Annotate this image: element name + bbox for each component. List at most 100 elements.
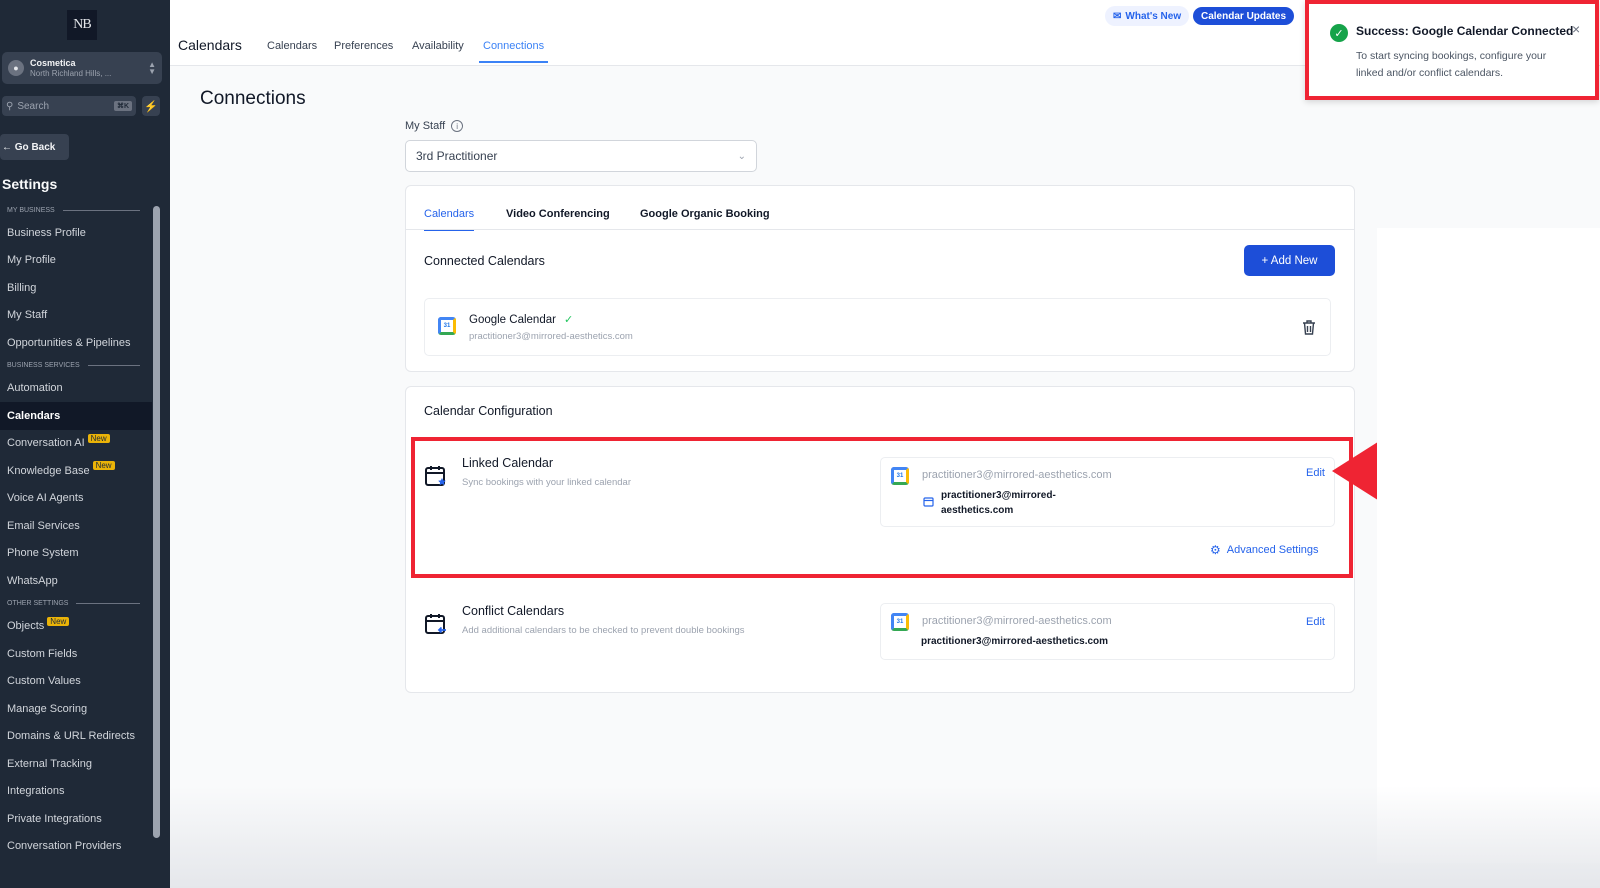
sidebar-search-input[interactable]: ⚲ Search ⌘K [2, 96, 136, 116]
sidebar-item-business-profile[interactable]: Business Profile [0, 219, 152, 247]
google-calendar-email: practitioner3@mirrored-aesthetics.com [469, 331, 633, 342]
sidebar-item-my-staff[interactable]: My Staff [0, 302, 152, 330]
sidebar-item-label: Objects [7, 620, 45, 633]
sidebar-scrollbar[interactable] [153, 206, 160, 838]
success-check-icon: ✓ [1330, 24, 1348, 42]
conflict-calendars-edit-link[interactable]: Edit [1306, 616, 1325, 628]
sidebar-item-label: My Staff [7, 309, 48, 322]
tab-connections[interactable]: Connections [479, 40, 549, 63]
sidebar: NB ● Cosmetica North Richland Hills, ...… [0, 0, 170, 888]
conflict-calendars-desc: Add additional calendars to be checked t… [462, 625, 745, 636]
calendar-updates-button[interactable]: Calendar Updates [1193, 7, 1295, 25]
sidebar-item-whatsapp[interactable]: WhatsApp [0, 567, 152, 595]
conflict-calendar-selection: 31 practitioner3@mirrored-aesthetics.com… [880, 603, 1335, 660]
sidebar-item-private-integrations[interactable]: Private Integrations [0, 805, 152, 833]
quick-action-bolt-icon[interactable]: ⚡ [142, 96, 160, 116]
conflict-calendar-icon [425, 614, 446, 634]
linked-calendar-desc: Sync bookings with your linked calendar [462, 477, 631, 488]
sidebar-item-label: Knowledge Base [7, 464, 90, 477]
info-icon[interactable]: i [451, 120, 464, 132]
subtab-calendars[interactable]: Calendars [424, 208, 475, 231]
sidebar-item-label: Conversation Providers [7, 840, 122, 853]
page-title: Connections [200, 88, 306, 109]
linked-calendar-icon [425, 466, 446, 486]
sidebar-item-label: Manage Scoring [7, 702, 88, 715]
sidebar-item-knowledge-base[interactable]: Knowledge Base New [0, 457, 152, 485]
sidebar-item-custom-values[interactable]: Custom Values [0, 668, 152, 696]
tab-calendars[interactable]: Calendars [267, 40, 317, 52]
connected-calendars-title: Connected Calendars [424, 254, 545, 268]
account-location: North Richland Hills, ... [30, 68, 112, 78]
sidebar-section-label: BUSINESS SERVICES [7, 362, 80, 369]
google-calendar-icon: 31 [438, 317, 456, 335]
sidebar-item-email-services[interactable]: Email Services [0, 512, 152, 540]
staff-selected-value: 3rd Practitioner [416, 149, 498, 163]
sidebar-item-label: Email Services [7, 519, 80, 532]
sidebar-item-label: Phone System [7, 547, 79, 560]
sidebar-section-header: BUSINESS SERVICES [0, 357, 152, 375]
staff-select[interactable]: 3rd Practitioner ⌄ [405, 140, 757, 172]
new-badge: New [92, 461, 115, 471]
close-icon[interactable]: × [1572, 21, 1580, 37]
linked-calendar-edit-link[interactable]: Edit [1306, 467, 1325, 479]
check-icon: ✓ [563, 314, 574, 326]
sidebar-item-integrations[interactable]: Integrations [0, 778, 152, 806]
add-new-button[interactable]: + Add New [1244, 245, 1335, 276]
sidebar-item-manage-scoring[interactable]: Manage Scoring [0, 695, 152, 723]
subtab-video-conferencing[interactable]: Video Conferencing [506, 208, 610, 220]
whats-new-button[interactable]: ✉ What's New [1105, 6, 1190, 26]
sidebar-item-label: Business Profile [7, 226, 86, 239]
sidebar-item-domains-url-redirects[interactable]: Domains & URL Redirects [0, 723, 152, 751]
google-calendar-name: Google Calendar [469, 313, 556, 326]
new-badge: New [47, 616, 70, 626]
linked-calendar-account: practitioner3@mirrored-aesthetics.com [922, 469, 1112, 481]
tab-availability[interactable]: Availability [412, 40, 464, 52]
sidebar-item-conversation-ai[interactable]: Conversation AI New [0, 430, 152, 458]
sidebar-item-custom-fields[interactable]: Custom Fields [0, 640, 152, 668]
staff-label-text: My Staff [405, 120, 446, 132]
sidebar-item-automation[interactable]: Automation [0, 375, 152, 403]
module-title: Calendars [178, 37, 242, 53]
staff-label: My Staff i [405, 120, 464, 132]
sidebar-item-label: Domains & URL Redirects [7, 730, 135, 743]
sidebar-item-label: Custom Values [7, 675, 81, 688]
gear-icon: ⚙ [1210, 543, 1221, 557]
conflict-calendar-account: practitioner3@mirrored-aesthetics.com [922, 615, 1112, 627]
advanced-settings-link[interactable]: ⚙ Advanced Settings [1210, 543, 1319, 557]
account-switcher[interactable]: ● Cosmetica North Richland Hills, ... ▲ ▼ [2, 52, 162, 84]
whats-new-label: What's New [1125, 10, 1182, 22]
subtab-google-organic-booking[interactable]: Google Organic Booking [640, 208, 770, 220]
megaphone-icon: ✉ [1113, 10, 1122, 22]
bottom-fade [170, 786, 1600, 888]
sidebar-item-opportunities-pipelines[interactable]: Opportunities & Pipelines [0, 329, 152, 357]
linked-calendar-selection: 31 practitioner3@mirrored-aesthetics.com… [880, 457, 1335, 527]
linked-calendar-title: Linked Calendar [462, 456, 554, 470]
tab-divider [405, 229, 1355, 230]
calendar-small-icon [923, 497, 934, 507]
section-divider [87, 365, 140, 366]
sidebar-item-conversation-providers[interactable]: Conversation Providers [0, 833, 152, 861]
sidebar-item-label: WhatsApp [7, 574, 58, 587]
trash-icon[interactable] [1302, 320, 1316, 335]
settings-title: Settings [2, 176, 58, 192]
sidebar-item-label: Billing [7, 281, 37, 294]
sidebar-item-label: My Profile [7, 254, 56, 267]
sidebar-item-external-tracking[interactable]: External Tracking [0, 750, 152, 778]
sidebar-item-billing[interactable]: Billing [0, 274, 152, 302]
sidebar-item-voice-ai-agents[interactable]: Voice AI Agents [0, 485, 152, 513]
sidebar-item-label: Custom Fields [7, 647, 78, 660]
sidebar-item-my-profile[interactable]: My Profile [0, 247, 152, 275]
sidebar-section-header: MY BUSINESS [0, 201, 152, 219]
advanced-settings-label: Advanced Settings [1226, 544, 1319, 556]
conflict-calendars-title: Conflict Calendars [462, 604, 565, 618]
search-icon: ⚲ [6, 100, 14, 112]
sidebar-section-label: OTHER SETTINGS [7, 600, 69, 607]
account-name: Cosmetica [30, 57, 76, 68]
calendar-configuration-title: Calendar Configuration [424, 404, 553, 418]
sidebar-item-calendars[interactable]: Calendars [0, 402, 152, 430]
sidebar-item-objects[interactable]: Objects New [0, 613, 152, 641]
linked-calendar-name-line1: practitioner3@mirrored- [941, 490, 1056, 501]
go-back-button[interactable]: ← Go Back [0, 134, 69, 160]
sidebar-item-phone-system[interactable]: Phone System [0, 540, 152, 568]
tab-preferences[interactable]: Preferences [334, 40, 393, 52]
